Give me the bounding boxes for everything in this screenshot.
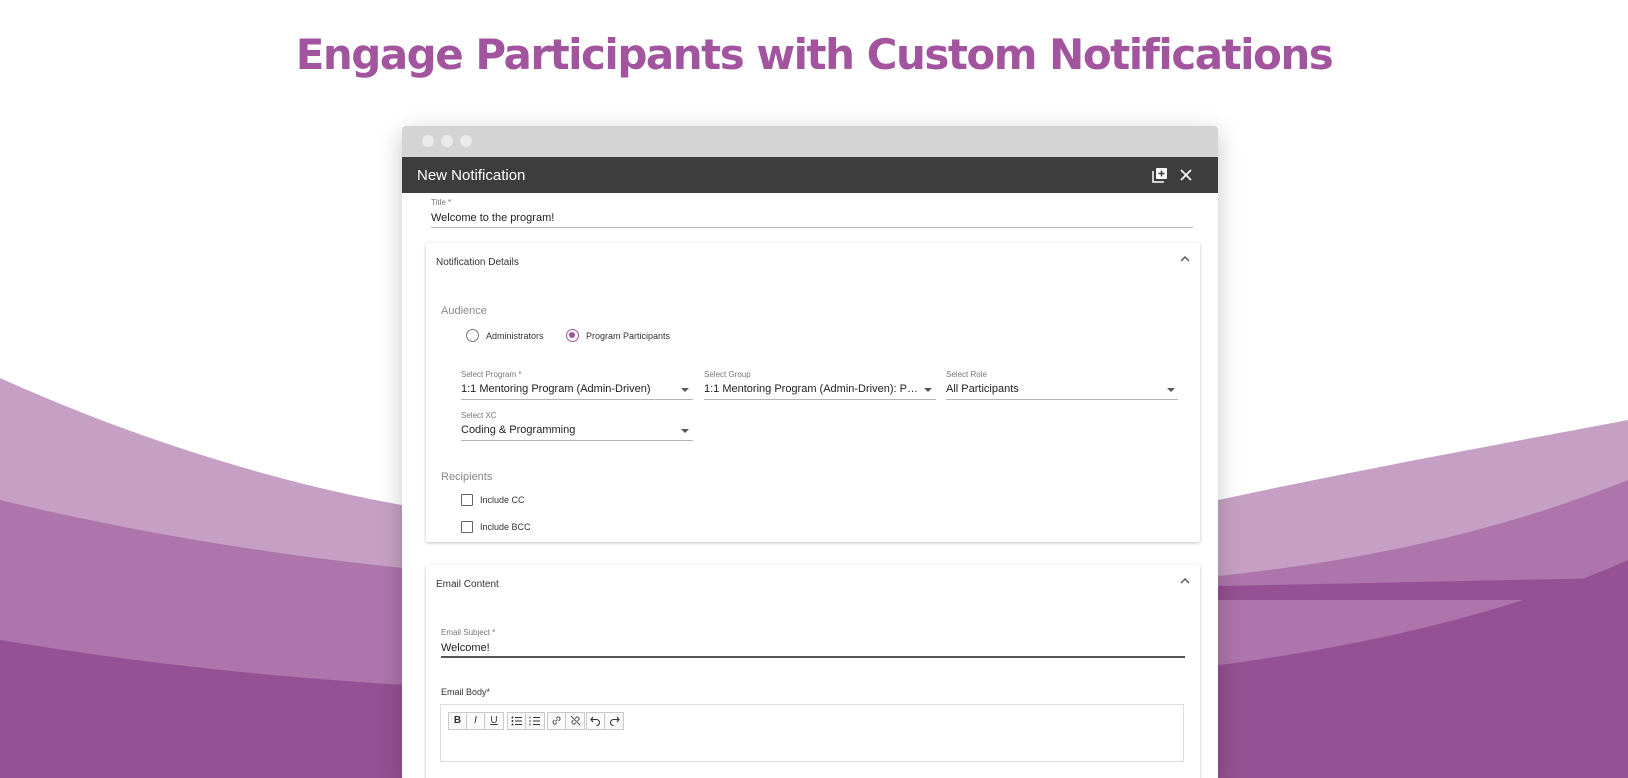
select-program-value[interactable]: 1:1 Mentoring Program (Admin-Driven) xyxy=(461,383,676,395)
notification-details-heading[interactable]: Notification Details xyxy=(436,257,519,268)
redo-icon[interactable] xyxy=(605,713,623,729)
select-xc-value[interactable]: Coding & Programming xyxy=(461,424,676,436)
format-toolbar-group: B I U xyxy=(448,712,504,730)
chevron-up-icon[interactable] xyxy=(1180,254,1190,266)
dropdown-arrow-icon[interactable] xyxy=(681,388,689,392)
undo-icon[interactable] xyxy=(587,713,605,729)
history-toolbar-group xyxy=(586,712,624,730)
include-cc-checkbox[interactable] xyxy=(461,494,473,506)
recipients-label: Recipients xyxy=(441,471,493,483)
window-dot-minimize xyxy=(441,135,453,147)
dropdown-arrow-icon[interactable] xyxy=(681,429,689,433)
email-subject-underline xyxy=(441,656,1185,658)
dropdown-arrow-icon[interactable] xyxy=(1167,388,1175,392)
unlink-icon[interactable] xyxy=(566,713,584,729)
dialog-content: Title * Welcome to the program! Notifica… xyxy=(402,193,1218,778)
dialog-header: New Notification xyxy=(402,157,1218,193)
audience-option-label: Administrators xyxy=(486,331,544,341)
numbered-list-icon[interactable] xyxy=(526,713,544,729)
include-bcc-checkbox[interactable] xyxy=(461,521,473,533)
select-group-value[interactable]: 1:1 Mentoring Program (Admin-Driven): Pr… xyxy=(704,383,920,395)
link-toolbar-group xyxy=(547,712,585,730)
audience-label: Audience xyxy=(441,305,487,317)
include-bcc-label: Include BCC xyxy=(480,522,531,532)
window-dot-maximize xyxy=(460,135,472,147)
italic-button[interactable]: I xyxy=(467,713,485,729)
audience-radio-program-participants[interactable] xyxy=(566,329,579,342)
select-xc-label: Select XC xyxy=(461,411,497,420)
bold-button[interactable]: B xyxy=(449,713,467,729)
dialog-title: New Notification xyxy=(417,166,526,184)
title-field-label: Title * xyxy=(431,198,452,207)
page-headline: Engage Participants with Custom Notifica… xyxy=(295,30,1334,79)
notification-details-panel: Notification Details Audience Administra… xyxy=(426,243,1200,542)
select-xc-underline xyxy=(461,440,693,441)
list-toolbar-group xyxy=(507,712,545,730)
select-program-label: Select Program * xyxy=(461,370,522,379)
close-icon[interactable] xyxy=(1176,165,1196,185)
link-icon[interactable] xyxy=(548,713,566,729)
underline-button[interactable]: U xyxy=(485,713,503,729)
include-cc-label: Include CC xyxy=(480,495,525,505)
audience-radio-administrators[interactable] xyxy=(466,329,479,342)
title-field-input[interactable]: Welcome to the program! xyxy=(431,212,1131,224)
browser-chrome-bar xyxy=(402,126,1218,157)
bulleted-list-icon[interactable] xyxy=(508,713,526,729)
email-content-heading[interactable]: Email Content xyxy=(436,579,499,590)
select-role-label: Select Role xyxy=(946,370,987,379)
library-add-icon[interactable] xyxy=(1150,165,1170,185)
email-subject-label: Email Subject * xyxy=(441,628,496,637)
select-program-underline xyxy=(461,399,693,400)
email-body-editor[interactable]: B I U xyxy=(440,704,1184,762)
select-role-value[interactable]: All Participants xyxy=(946,383,1156,395)
browser-window: New Notification Title * Welcome to the … xyxy=(402,126,1218,778)
chevron-up-icon[interactable] xyxy=(1180,576,1190,588)
select-group-label: Select Group xyxy=(704,370,751,379)
window-dot-close xyxy=(422,135,434,147)
audience-option-label: Program Participants xyxy=(586,331,671,341)
email-content-panel: Email Content Email Subject * Welcome! E… xyxy=(426,565,1200,778)
dropdown-arrow-icon[interactable] xyxy=(924,388,932,392)
email-subject-input[interactable]: Welcome! xyxy=(441,642,1161,654)
select-group-underline xyxy=(704,399,936,400)
email-body-label: Email Body* xyxy=(441,687,491,697)
title-field-underline xyxy=(431,227,1193,228)
select-role-underline xyxy=(946,399,1178,400)
